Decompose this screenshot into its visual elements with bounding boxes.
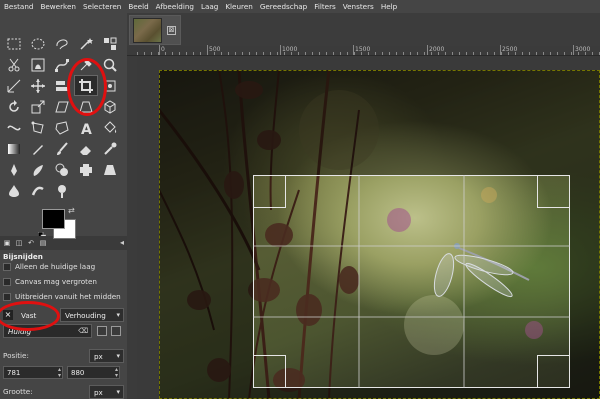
foreground-color-swatch[interactable] (42, 209, 65, 229)
crop-overlay (159, 70, 600, 399)
